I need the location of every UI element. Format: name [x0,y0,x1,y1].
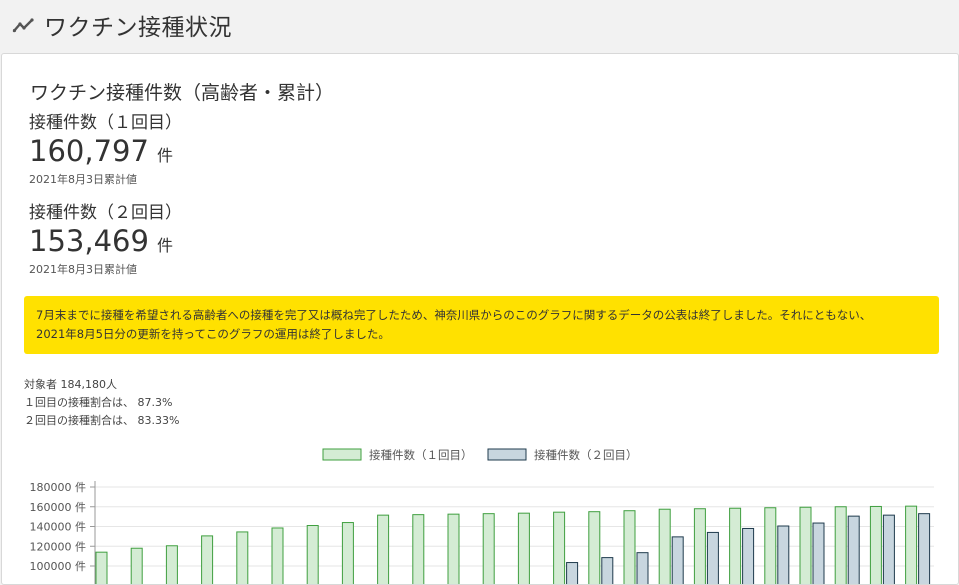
target-info: 対象者 184,180人 １回目の接種割合は、 87.3% ２回目の接種割合は、… [24,376,179,430]
y-tick-label: 140000 件 [30,521,87,534]
notice-line: 2021年8月5日分の更新を持ってこのグラフの運用は終了しました。 [36,327,390,341]
bar-first-dose [693,508,706,584]
bar-first-dose [588,511,601,584]
page-header: ワクチン接種状況 [0,0,959,50]
stat-label: 接種件数（２回目） [29,203,182,223]
bar-first-dose [869,505,882,584]
bar-first-dose [623,510,636,584]
y-tick-label: 120000 件 [30,540,87,553]
bar-first-dose [905,505,918,584]
bar-first-dose [377,514,390,584]
stat-note: 2021年8月3日累計値 [29,263,137,276]
bar-first-dose [553,511,566,584]
bar-first-dose [658,508,671,584]
legend-swatch [487,448,527,461]
card-title: ワクチン接種件数（高齢者・累計） [30,82,335,104]
target-population: 対象者 184,180人 [24,378,117,391]
vaccination-chart: 接種件数（１回目） 接種件数（２回目） 180000 件 160000 件 140000… [30,448,934,584]
trend-line-icon [12,18,34,33]
bar-first-dose [412,514,425,584]
bar-first-dose [447,513,460,584]
page-title: ワクチン接種状況 [44,15,232,41]
y-tick-label: 160000 件 [30,501,87,514]
bar-first-dose [729,507,742,584]
first-dose-rate: １回目の接種割合は、 87.3% [24,396,173,409]
vaccination-card: ワクチン接種件数（高齢者・累計） 接種件数（１回目） 160,797 件 202… [1,53,959,585]
notice-line: 7月末までに接種を希望される高齢者への接種を完了又は概ね完了したため、神奈川県か… [36,308,872,322]
bar-second-dose [882,514,895,584]
stat-label: 接種件数（１回目） [29,113,182,133]
bar-second-dose [706,531,719,584]
bar-first-dose [482,513,495,584]
bar-second-dose [671,536,684,584]
legend-label: 接種件数（２回目） [534,448,638,462]
bar-first-dose [517,512,530,584]
bar-first-dose [236,531,249,584]
bar-first-dose [95,551,108,584]
bar-second-dose [847,515,860,584]
bar-second-dose [636,552,649,584]
bar-second-dose [601,557,614,584]
stat-unit: 件 [156,146,173,165]
bar-first-dose [165,545,178,584]
stat-value: 160,797 [29,134,149,168]
bar-first-dose [130,547,143,584]
stat-unit: 件 [156,236,173,255]
stat-note: 2021年8月3日累計値 [29,173,137,186]
y-tick-label: 100000 件 [30,560,87,573]
bar-second-dose [777,525,790,584]
bar-second-dose [566,562,579,584]
y-tick-label: 180000 件 [30,481,87,494]
bar-first-dose [764,507,777,584]
bar-first-dose [306,525,319,584]
bar-first-dose [201,535,214,584]
bar-first-dose [834,506,847,584]
stat-value: 153,469 [29,224,149,258]
bar-first-dose [271,527,284,584]
notice-banner: 7月末までに接種を希望される高齢者への接種を完了又は概ね完了したため、神奈川県か… [24,296,939,354]
stat-first-dose: 接種件数（１回目） 160,797 件 2021年8月3日累計値 [29,108,182,187]
legend-label: 接種件数（１回目） [369,448,473,462]
bar-second-dose [812,522,825,584]
legend-swatch [322,448,362,461]
stat-second-dose: 接種件数（２回目） 153,469 件 2021年8月3日累計値 [29,198,182,277]
bar-first-dose [341,522,354,584]
second-dose-rate: ２回目の接種割合は、 83.33% [24,414,180,427]
bar-first-dose [799,506,812,584]
bar-second-dose [918,513,931,584]
bar-second-dose [742,527,755,584]
